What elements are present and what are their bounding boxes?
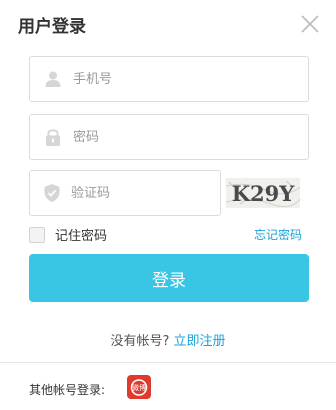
forgot-password-link[interactable]: 忘记密码 [254, 226, 302, 243]
captcha-field [29, 170, 241, 216]
weibo-login-icon[interactable]: 微博 [127, 375, 151, 399]
divider [0, 362, 336, 363]
checkbox-box[interactable] [29, 226, 45, 243]
shield-icon [43, 183, 61, 203]
register-link[interactable]: 立即注册 [173, 334, 225, 349]
login-button[interactable]: 登录 [29, 254, 309, 302]
remember-password-label: 记住密码 [55, 229, 108, 244]
lock-icon [43, 127, 63, 147]
dialog-title: 用户登录 [18, 17, 86, 37]
captcha-text: K29Y [232, 181, 295, 206]
password-field [29, 114, 309, 160]
register-prompt: 没有帐号? 立即注册 [0, 330, 336, 349]
close-icon[interactable] [298, 12, 322, 36]
social-label: 微博 [132, 383, 146, 392]
other-login-label: 其他帐号登录: [29, 383, 106, 397]
captcha-input[interactable] [71, 185, 241, 201]
remember-password-checkbox[interactable]: 记住密码 [29, 225, 107, 244]
captcha-image[interactable]: K29Y [226, 178, 300, 208]
user-icon [43, 69, 63, 89]
no-account-text: 没有帐号? [110, 334, 170, 349]
phone-field [29, 56, 309, 102]
phone-input[interactable] [73, 71, 273, 87]
password-input[interactable] [73, 129, 273, 145]
